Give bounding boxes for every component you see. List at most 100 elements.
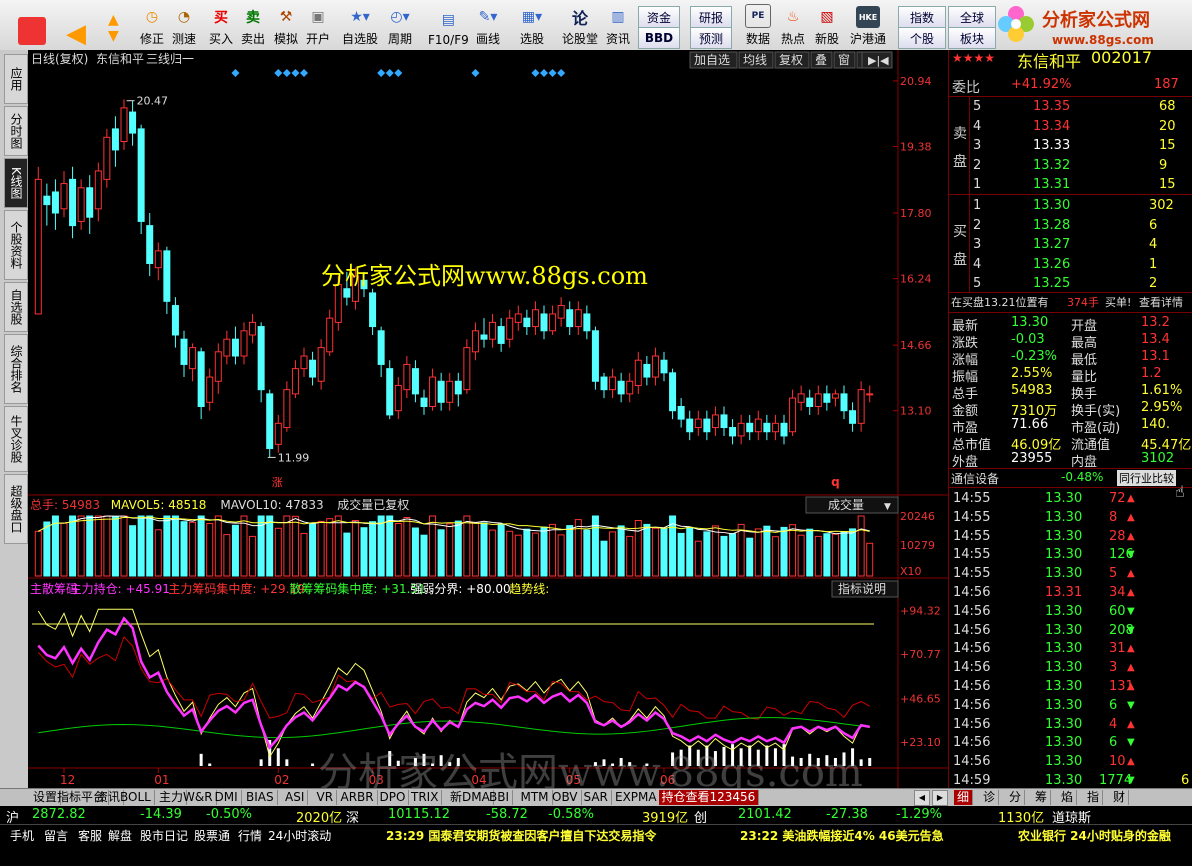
tab-scroll-left-icon[interactable]: ◀: [914, 790, 930, 806]
index-button[interactable]: 指数: [898, 6, 946, 28]
global-button[interactable]: 全球: [948, 6, 996, 28]
tab-apps[interactable]: 应用: [4, 54, 28, 104]
quote-tab[interactable]: 筹: [1032, 790, 1052, 805]
volume-bar: [189, 521, 197, 577]
indicator-help-button[interactable]: 指标说明: [831, 580, 899, 598]
watchlist-button[interactable]: ★▾ 自选股: [342, 3, 378, 47]
indicator-tab[interactable]: EXPMA: [612, 790, 661, 805]
message-link[interactable]: 留言: [44, 827, 68, 844]
candle-body: [866, 393, 874, 396]
candle-body: [643, 363, 651, 378]
quote-tab[interactable]: 诊: [980, 790, 1000, 805]
ipo-button[interactable]: ▧ 新股: [815, 3, 839, 47]
tab-scroll-right-icon[interactable]: ▶: [932, 790, 948, 806]
candle-body: [377, 330, 385, 365]
view-detail-link[interactable]: 查看详情: [1139, 294, 1183, 310]
stock-button[interactable]: 个股: [898, 27, 946, 49]
tab-profile[interactable]: 个股资料: [4, 210, 28, 280]
sector-compare-button[interactable]: 同行业比较: [1117, 470, 1176, 486]
indicator-tab[interactable]: BOLL: [117, 790, 155, 805]
chart-tool-label: 均线: [743, 53, 767, 67]
chart-tool-4[interactable]: 窗: [833, 51, 856, 69]
indicator-tab[interactable]: SAR: [581, 790, 612, 805]
fix-button[interactable]: ◷ 修正: [140, 3, 164, 47]
indicator-tab[interactable]: TRIX: [408, 790, 443, 805]
indicator-tab[interactable]: MTM: [518, 790, 553, 805]
chart-tool-3[interactable]: 叠: [810, 51, 833, 69]
nav-updown-button[interactable]: ▲ ▼: [108, 4, 119, 44]
indicator-tab[interactable]: BBI: [486, 790, 514, 805]
tab-kline[interactable]: K线图: [4, 158, 28, 208]
tab-watchlist[interactable]: 自选股: [4, 282, 28, 332]
hotspot-button[interactable]: ♨ 热点: [781, 3, 805, 47]
indicator-tab[interactable]: DPO: [377, 790, 410, 805]
tab-super-book[interactable]: 超级盘口: [4, 474, 28, 544]
service-link[interactable]: 客服: [78, 827, 102, 844]
tab-intraday[interactable]: 分时图: [4, 106, 28, 156]
book-row: 外盘 23955 内盘 3102: [952, 451, 1175, 470]
quote-tab[interactable]: 财: [1110, 790, 1130, 805]
quote-tab[interactable]: 指: [1084, 790, 1104, 805]
analysis-link[interactable]: 解盘: [108, 827, 132, 844]
book-row: 2 13.28 6: [973, 217, 1158, 233]
back-button[interactable]: ◀: [64, 3, 88, 49]
volume-dropdown[interactable]: 成交量 ▼: [805, 496, 899, 514]
chart-collapse-button[interactable]: ▶|◀: [861, 51, 893, 69]
tab-diagnosis[interactable]: 牛叉诊股: [4, 406, 28, 472]
chart-area: 日线(复权) 东信和平 三线归一 加自选均线复权叠窗预测 ▶|◀ 20.94 19…: [28, 50, 948, 796]
funds-button[interactable]: 资金: [638, 6, 680, 28]
volume-bar: [249, 535, 257, 577]
candle-body: [823, 393, 831, 403]
stock-picker-button[interactable]: ▦▾ 选股: [520, 3, 544, 47]
volume-bar: [111, 516, 119, 577]
news-button[interactable]: ▥ 资讯: [606, 3, 630, 47]
chart-tool-0[interactable]: 加自选: [689, 51, 738, 69]
quote-tab[interactable]: 细: [954, 790, 974, 805]
news-item[interactable]: 23:22 美油跌幅接近4% 46美元告急: [740, 827, 944, 844]
sector-button[interactable]: 板块: [948, 27, 996, 49]
market-link[interactable]: 行情: [238, 827, 262, 844]
app-home-button[interactable]: [18, 3, 46, 47]
simulate-button[interactable]: ⚒ 模拟: [274, 3, 298, 47]
indicator-tab[interactable]: VR: [314, 790, 338, 805]
diary-link[interactable]: 股市日记: [140, 827, 188, 844]
chart-tool-2[interactable]: 复权: [774, 51, 810, 69]
draw-line-button[interactable]: ✎▾ 画线: [476, 3, 500, 47]
research-button[interactable]: 研报: [690, 6, 732, 28]
chart-tool-1[interactable]: 均线: [738, 51, 774, 69]
indicator-tab[interactable]: DMI: [212, 790, 242, 805]
bbd-button[interactable]: BBD: [638, 27, 680, 49]
candle-body: [540, 313, 548, 332]
candle-body: [531, 309, 539, 328]
quote-tab[interactable]: 分: [1006, 790, 1026, 805]
kline-chart[interactable]: 日线(复权) 东信和平 三线归一 加自选均线复权叠窗预测 ▶|◀ 20.94 19…: [28, 50, 948, 790]
f10-button[interactable]: ▤ F10/F9: [428, 3, 469, 47]
news-item[interactable]: 23:29 国泰君安期货被查因客户擅自下达交易指令: [386, 827, 656, 844]
q-marker: q: [831, 475, 840, 489]
speedtest-button[interactable]: ◔ 测速: [172, 3, 196, 47]
news-item[interactable]: 农业银行 24小时贴身的金融: [1018, 827, 1171, 844]
tab-ranking[interactable]: 综合排名: [4, 334, 28, 404]
period-button[interactable]: ◴▾ 周期: [388, 3, 412, 47]
rolling-news-link[interactable]: 24小时滚动: [268, 827, 331, 844]
open-account-button[interactable]: ▣ 开户: [306, 3, 330, 47]
indicator-tab[interactable]: BIAS: [243, 790, 278, 805]
indicator-tab[interactable]: 持仓查看123456: [658, 790, 760, 805]
volume-bar: [686, 526, 694, 577]
candle-body: [703, 418, 711, 433]
stopwatch-icon: ◔: [177, 9, 191, 25]
buy-button[interactable]: 买买入: [209, 3, 233, 47]
quote-tab[interactable]: 焰: [1058, 790, 1078, 805]
volume-bar: [197, 515, 205, 577]
sell-button[interactable]: 卖卖出: [241, 3, 265, 47]
buy-order-link[interactable]: 买单!: [1105, 294, 1131, 310]
mobile-link[interactable]: 手机: [10, 827, 34, 844]
indicator-tab[interactable]: ASI: [282, 790, 309, 805]
forum-button[interactable]: 论论股堂: [562, 3, 598, 47]
hk-connect-button[interactable]: HKE 沪港通: [850, 3, 886, 47]
stocktong-link[interactable]: 股票通: [194, 827, 230, 844]
data-button[interactable]: PE 数据: [745, 3, 771, 47]
indicator-tab[interactable]: OBV: [549, 790, 582, 805]
indicator-tab[interactable]: ARBR: [338, 790, 378, 805]
forecast-button[interactable]: 预测: [690, 27, 732, 49]
